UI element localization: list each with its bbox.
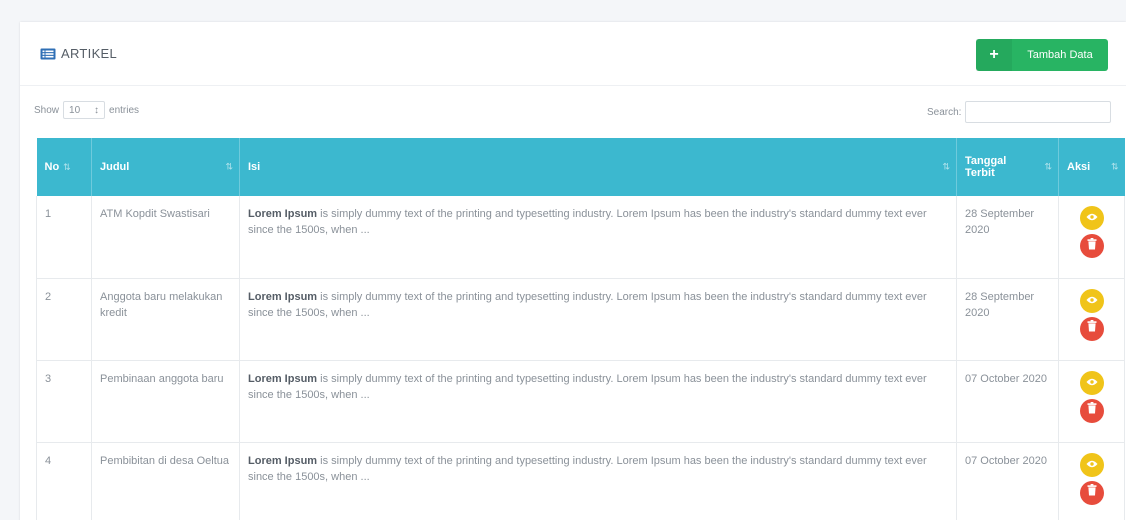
column-header-no[interactable]: No ⇅ [36,138,92,196]
row-isi-text: is simply dummy text of the printing and… [248,208,927,236]
row-tanggal: 28 September 2020 [965,290,1035,319]
row-judul: Pembibitan di desa Oeltua [100,454,230,467]
list-alt-icon [40,48,56,60]
artikel-table: No⇅ Judul ⇅ Isi ⇅ Tanggal Terbit ⇅ Aksi [36,138,1125,520]
cell-tanggal: 28 September 2020 [956,196,1059,279]
view-button[interactable] [1079,288,1104,313]
cell-judul: Pembinaan anggota baru [91,360,240,443]
row-no: 4 [45,454,52,467]
row-no: 2 [45,290,52,303]
tambah-data-label: Tambah Data [1027,49,1093,61]
column-header-aksi-label: Aksi [1067,161,1091,173]
eye-icon [1086,210,1098,226]
row-tanggal: 07 October 2020 [965,372,1047,385]
sort-icon: ⇅ [1044,161,1052,172]
cell-aksi [1058,196,1125,279]
cell-isi: Lorem Ipsum is simply dummy text of the … [239,442,957,520]
cell-tanggal: 07 October 2020 [956,442,1059,520]
column-header-tanggal-terbit[interactable]: Tanggal Terbit ⇅ [956,138,1059,196]
column-header-aksi[interactable]: Aksi ⇅ [1058,138,1125,196]
cell-tanggal: 07 October 2020 [956,360,1059,443]
cell-aksi [1058,360,1125,443]
cell-judul: Pembibitan di desa Oeltua [91,442,240,520]
trash-icon [1087,320,1097,337]
sort-icon: ⇅ [1110,161,1119,172]
length-menu-suffix: entries [109,104,140,116]
eye-icon [1086,375,1098,391]
row-judul: Anggota baru melakukan kredit [100,290,223,319]
table-row: 4 Pembibitan di desa Oeltua Lorem Ipsum … [36,442,1125,520]
row-isi-bold: Lorem Ipsum [248,290,318,303]
row-isi-text: is simply dummy text of the printing and… [248,454,927,483]
length-menu: Show 10 ↕ entries [34,101,139,119]
sort-icon: ⇅ [942,161,950,172]
delete-button[interactable] [1079,398,1104,423]
row-isi-bold: Lorem Ipsum [248,372,318,385]
tambah-data-button[interactable]: + Tambah Data [976,39,1108,71]
search-input[interactable] [965,101,1112,123]
row-tanggal: 07 October 2020 [965,454,1047,467]
card-title: ARTIKEL [40,46,117,61]
search-label: Search: [927,106,962,118]
table-row: 1 ATM Kopdit Swastisari Lorem Ipsum is s… [36,196,1125,279]
view-button[interactable] [1079,452,1104,477]
table-row: 2 Anggota baru melakukan kredit Lorem Ip… [36,278,1125,361]
card-header: ARTIKEL + Tambah Data [20,22,1126,86]
cell-no: 1 [36,196,92,279]
sort-updown-icon: ↕ [94,104,100,116]
row-judul: ATM Kopdit Swastisari [100,208,210,220]
row-isi-bold: Lorem Ipsum [248,454,318,467]
cell-judul: ATM Kopdit Swastisari [91,196,240,279]
cell-judul: Anggota baru melakukan kredit [91,278,240,361]
table-header-row: No⇅ Judul ⇅ Isi ⇅ Tanggal Terbit ⇅ Aksi [36,138,1125,196]
cell-isi: Lorem Ipsum is simply dummy text of the … [239,278,957,361]
table-row: 3 Pembinaan anggota baru Lorem Ipsum is … [36,360,1125,443]
column-header-isi[interactable]: Isi ⇅ [239,138,957,196]
cell-tanggal: 28 September 2020 [956,278,1059,361]
column-header-tanggal-line2: Terbit [965,167,995,179]
view-button[interactable] [1079,206,1104,230]
artikel-card: ARTIKEL + Tambah Data Show 10 ↕ entries … [20,22,1126,520]
card-title-text: ARTIKEL [61,46,118,61]
cell-isi: Lorem Ipsum is simply dummy text of the … [239,196,957,279]
cell-no: 4 [36,442,92,520]
column-header-isi-label: Isi [248,161,261,173]
column-header-judul[interactable]: Judul ⇅ [91,138,240,196]
cell-no: 3 [36,360,92,443]
row-isi-text: is simply dummy text of the printing and… [248,290,927,319]
eye-icon [1086,293,1098,309]
sort-icon: ⇅ [63,162,71,172]
cell-aksi [1058,442,1125,520]
cell-isi: Lorem Ipsum is simply dummy text of the … [239,360,957,443]
eye-icon [1086,457,1098,473]
length-menu-prefix: Show [34,104,60,116]
trash-icon [1087,484,1097,501]
row-no: 3 [45,372,52,385]
trash-icon [1087,402,1097,419]
column-header-tanggal-line1: Tanggal [965,155,1007,167]
delete-button[interactable] [1079,234,1104,258]
sort-icon: ⇅ [225,161,233,172]
entries-select[interactable]: 10 ↕ [63,101,106,119]
row-tanggal: 28 September 2020 [965,208,1035,236]
delete-button[interactable] [1079,316,1104,341]
row-judul: Pembinaan anggota baru [100,372,224,385]
delete-button[interactable] [1079,480,1104,505]
column-header-no-label: No [44,161,60,173]
row-no: 1 [45,208,52,220]
trash-icon [1087,237,1097,255]
search-filter: Search: [927,101,1112,123]
row-isi-bold: Lorem Ipsum [248,208,318,220]
view-button[interactable] [1079,370,1104,395]
column-header-judul-label: Judul [100,161,130,173]
plus-icon: + [976,39,1012,71]
cell-aksi [1058,278,1125,361]
row-isi-text: is simply dummy text of the printing and… [248,372,927,401]
cell-no: 2 [36,278,92,361]
entries-select-value: 10 [69,104,81,116]
